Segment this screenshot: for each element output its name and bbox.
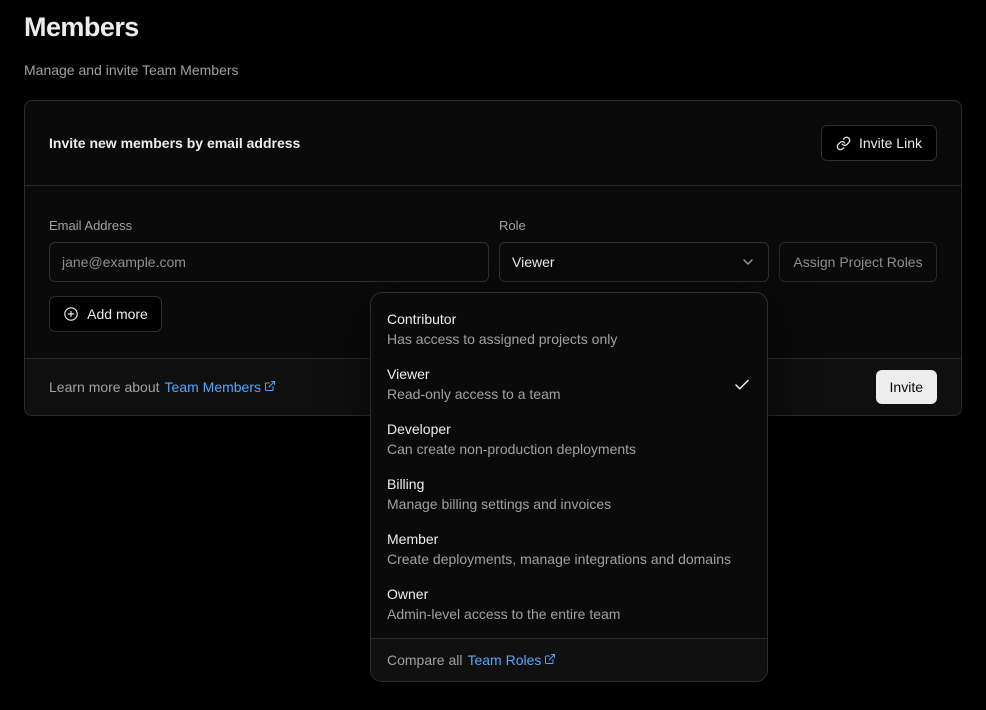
compare-all-label: Compare all: [387, 652, 462, 668]
role-option-name: Owner: [387, 586, 620, 603]
assign-field-group: Assign Project Roles: [779, 218, 937, 282]
role-option-billing[interactable]: Billing Manage billing settings and invo…: [371, 467, 767, 522]
email-field-group: Email Address: [49, 218, 489, 282]
role-option-description: Manage billing settings and invoices: [387, 496, 611, 513]
role-dropdown-list: Contributor Has access to assigned proje…: [371, 293, 767, 638]
role-option-name: Billing: [387, 476, 611, 493]
role-option-text: Member Create deployments, manage integr…: [387, 531, 731, 568]
email-input[interactable]: [49, 242, 489, 282]
learn-more-text: Learn more about Team Members: [49, 379, 276, 395]
role-option-description: Create deployments, manage integrations …: [387, 551, 731, 568]
role-option-name: Contributor: [387, 311, 617, 328]
email-label: Email Address: [49, 218, 489, 234]
role-option-text: Owner Admin-level access to the entire t…: [387, 586, 620, 623]
role-option-description: Read-only access to a team: [387, 386, 561, 403]
role-option-developer[interactable]: Developer Can create non-production depl…: [371, 412, 767, 467]
plus-circle-icon: [63, 306, 79, 322]
role-label: Role: [499, 218, 769, 234]
add-more-button[interactable]: Add more: [49, 296, 162, 332]
role-option-name: Developer: [387, 421, 636, 438]
role-option-text: Contributor Has access to assigned proje…: [387, 311, 617, 348]
role-option-text: Billing Manage billing settings and invo…: [387, 476, 611, 513]
page-subtitle: Manage and invite Team Members: [24, 62, 962, 78]
page-title: Members: [24, 12, 962, 42]
invite-button[interactable]: Invite: [876, 370, 937, 404]
invite-link-button-label: Invite Link: [859, 135, 922, 151]
role-option-text: Developer Can create non-production depl…: [387, 421, 636, 458]
check-icon: [733, 376, 751, 394]
role-option-contributor[interactable]: Contributor Has access to assigned proje…: [371, 302, 767, 357]
role-option-description: Has access to assigned projects only: [387, 331, 617, 348]
team-members-link-label: Team Members: [165, 379, 261, 395]
team-members-link[interactable]: Team Members: [165, 379, 276, 395]
invite-card-title: Invite new members by email address: [49, 135, 300, 151]
role-option-description: Admin-level access to the entire team: [387, 606, 620, 623]
role-dropdown-menu: Contributor Has access to assigned proje…: [370, 292, 768, 682]
team-roles-link-label: Team Roles: [467, 652, 541, 668]
team-roles-link[interactable]: Team Roles: [467, 652, 556, 668]
role-option-text: Viewer Read-only access to a team: [387, 366, 561, 403]
role-select-value: Viewer: [512, 254, 555, 270]
role-dropdown-footer: Compare all Team Roles: [371, 638, 767, 681]
assign-project-roles-button[interactable]: Assign Project Roles: [779, 242, 937, 282]
role-option-owner[interactable]: Owner Admin-level access to the entire t…: [371, 577, 767, 632]
chevron-down-icon: [740, 254, 756, 270]
role-option-description: Can create non-production deployments: [387, 441, 636, 458]
role-select[interactable]: Viewer: [499, 242, 769, 282]
link-icon: [836, 136, 851, 151]
role-option-member[interactable]: Member Create deployments, manage integr…: [371, 522, 767, 577]
external-link-icon: [544, 653, 556, 665]
invite-link-button[interactable]: Invite Link: [821, 125, 937, 161]
role-option-name: Member: [387, 531, 731, 548]
role-option-name: Viewer: [387, 366, 561, 383]
add-more-button-label: Add more: [87, 306, 148, 322]
role-field-group: Role Viewer: [499, 218, 769, 282]
invite-button-label: Invite: [890, 379, 923, 395]
invite-card-header: Invite new members by email address Invi…: [25, 101, 961, 186]
external-link-icon: [264, 380, 276, 392]
role-option-viewer[interactable]: Viewer Read-only access to a team: [371, 357, 767, 412]
learn-more-label: Learn more about: [49, 379, 160, 395]
assign-project-roles-label: Assign Project Roles: [793, 254, 922, 270]
